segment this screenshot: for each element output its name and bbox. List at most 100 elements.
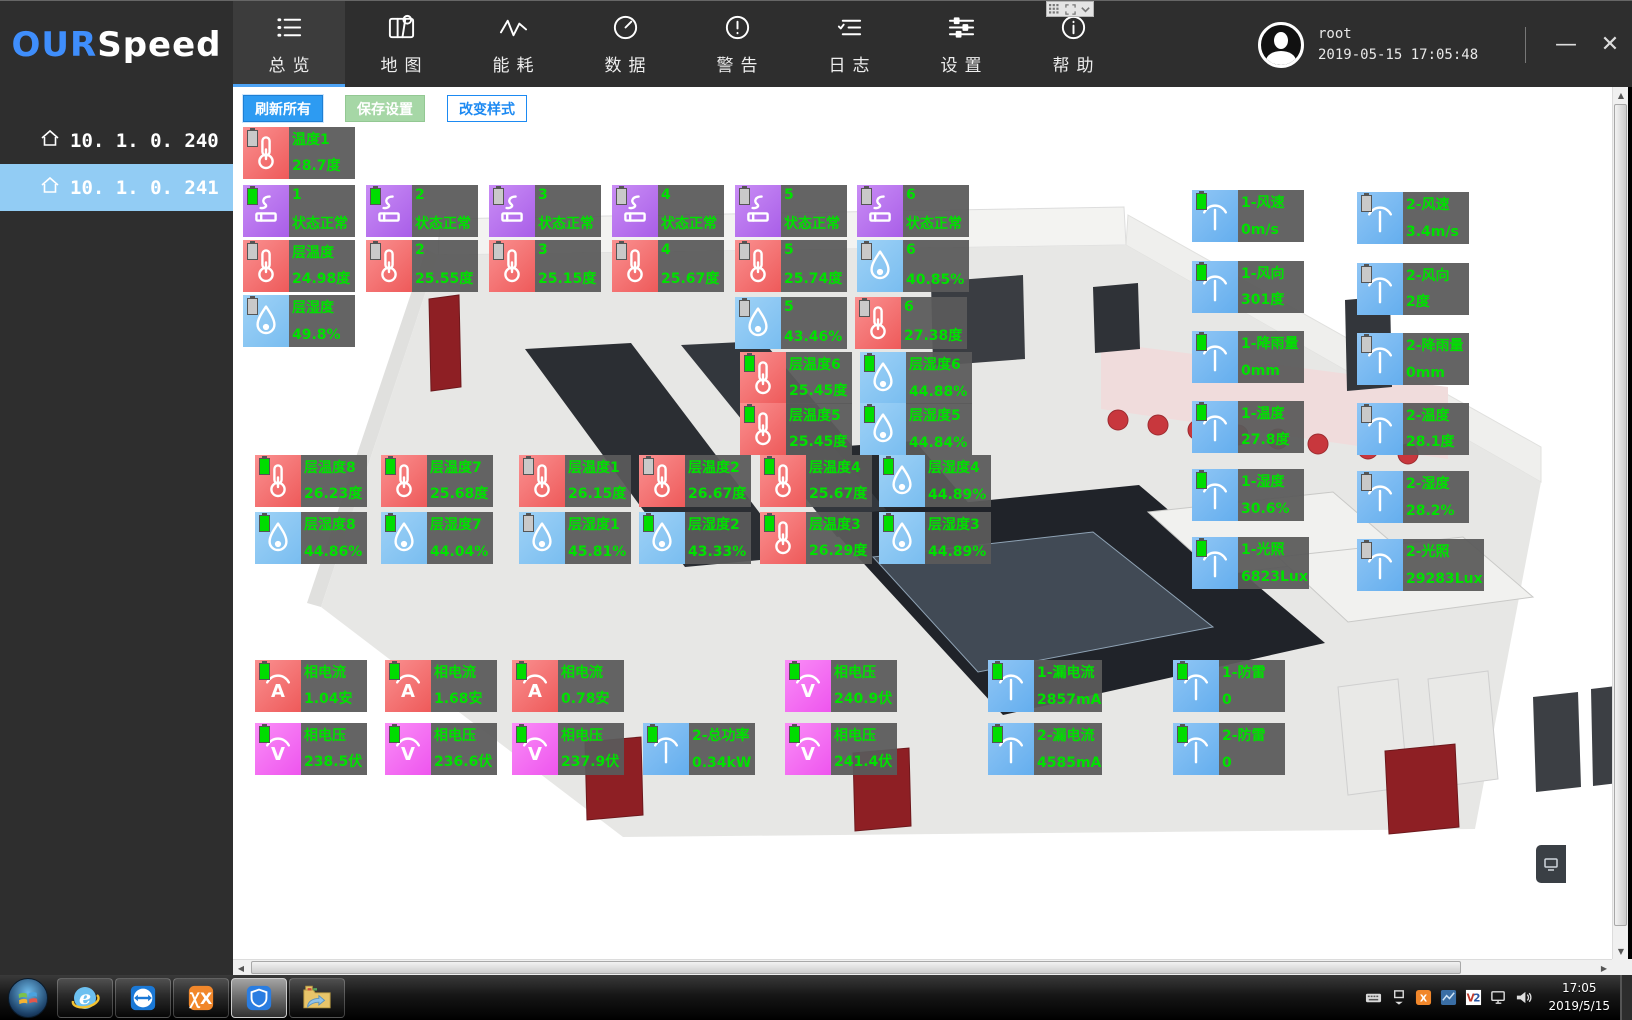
grid-icon[interactable]	[1049, 4, 1060, 15]
show-desktop-button[interactable]	[1620, 975, 1632, 1020]
horizontal-scrollbar[interactable]: ◀ ▶	[233, 959, 1612, 975]
scroll-up-arrow[interactable]: ▲	[1613, 87, 1629, 103]
windows-start-icon[interactable]	[1, 978, 55, 1018]
refresh-all-button[interactable]: 刷新所有	[243, 95, 323, 122]
sensor-badge[interactable]: 层温度 24.98度	[243, 240, 355, 292]
sensor-badge[interactable]: 2-降雨量 0mm	[1357, 333, 1469, 385]
speaker-icon[interactable]	[1515, 989, 1532, 1006]
sensor-badge[interactable]: 层湿度5 44.84%	[860, 403, 972, 455]
sensor-badge[interactable]: 层温度4 25.67度	[760, 455, 872, 507]
sensor-badge[interactable]: V 相电压 238.5伏	[255, 723, 367, 775]
sensor-badge[interactable]: 1-漏电流 2857mA	[988, 660, 1100, 712]
nav-settings[interactable]: 设置	[905, 1, 1017, 88]
sensor-badge[interactable]: 层温度1 26.15度	[519, 455, 631, 507]
vnc-tray-icon[interactable]: V2	[1465, 989, 1482, 1006]
scroll-right-arrow[interactable]: ▶	[1596, 960, 1612, 976]
sensor-badge[interactable]: 1 状态正常	[243, 185, 355, 237]
sensor-badge[interactable]: 层湿度3 44.89%	[879, 512, 991, 564]
sensor-badge[interactable]: 2-湿度 28.2%	[1357, 471, 1469, 523]
internet-explorer-icon[interactable]: e	[57, 978, 113, 1018]
sensor-badge[interactable]: 6 状态正常	[857, 185, 969, 237]
sidebar-item-1010241[interactable]: 10. 1. 0. 241	[0, 164, 233, 211]
sensor-badge[interactable]: 层温度8 26.23度	[255, 455, 367, 507]
scroll-left-arrow[interactable]: ◀	[233, 960, 249, 976]
sensor-badge[interactable]: 5 25.74度	[735, 240, 847, 292]
sensor-badge[interactable]: 温度1 28.7度	[243, 127, 355, 179]
remote-panel-handle[interactable]	[1536, 845, 1566, 883]
sidebar-item-1010240[interactable]: 10. 1. 0. 240	[0, 117, 233, 164]
monitoring-shield-icon[interactable]	[231, 978, 287, 1018]
sensor-badge[interactable]: 层湿度1 45.81%	[519, 512, 631, 564]
vertical-scrollbar[interactable]: ▲ ▼	[1612, 87, 1628, 959]
horizontal-scroll-thumb[interactable]	[251, 961, 1461, 974]
save-settings-button[interactable]: 保存设置	[345, 95, 425, 122]
vertical-scroll-thumb[interactable]	[1614, 104, 1627, 926]
chart-tray-icon[interactable]	[1440, 989, 1457, 1006]
sensor-badge[interactable]: 层湿度 49.8%	[243, 295, 355, 347]
scroll-down-arrow[interactable]: ▼	[1613, 943, 1629, 959]
xampp-icon[interactable]: ꞳX	[173, 978, 229, 1018]
floating-view-widget[interactable]	[1046, 1, 1094, 17]
sensor-badge[interactable]: 2-风向 2度	[1357, 263, 1469, 315]
sensor-badge[interactable]: 2-温度 28.1度	[1357, 403, 1469, 455]
sensor-badge[interactable]: 层湿度7 44.04%	[381, 512, 493, 564]
nav-alerts[interactable]: 警告	[681, 1, 793, 88]
sensor-badge[interactable]: 1-光照 6823Lux	[1192, 537, 1304, 589]
sensor-badge[interactable]: 6 27.38度	[855, 297, 967, 349]
sensor-badge[interactable]: 层温度5 25.45度	[740, 403, 852, 455]
sensor-badge[interactable]: 1-风速 0m/s	[1192, 190, 1304, 242]
sensor-badge[interactable]: 层温度6 25.45度	[740, 352, 852, 404]
sensor-badge[interactable]: 4 状态正常	[612, 185, 724, 237]
sensor-badge[interactable]: 1-风向 301度	[1192, 261, 1304, 313]
keyboard-icon[interactable]	[1365, 989, 1382, 1006]
sensor-badge[interactable]: 层湿度2 43.33%	[639, 512, 751, 564]
sensor-badge[interactable]: 6 40.85%	[857, 240, 969, 292]
display-tray-icon[interactable]	[1490, 989, 1507, 1006]
taskbar-clock[interactable]: 17:05 2019/5/15	[1548, 975, 1610, 1020]
sensor-badge[interactable]: 2 状态正常	[366, 185, 478, 237]
minimize-button[interactable]: —	[1544, 1, 1588, 88]
sensor-badge[interactable]: 层温度2 26.67度	[639, 455, 751, 507]
sensor-badge[interactable]: 层温度3 26.29度	[760, 512, 872, 564]
sensor-badge[interactable]: V 相电压 240.9伏	[785, 660, 897, 712]
sensor-badge[interactable]: 2-防雷 0	[1173, 723, 1285, 775]
change-style-button[interactable]: 改变样式	[447, 95, 527, 122]
teamviewer-icon[interactable]	[115, 978, 171, 1018]
sensor-badge[interactable]: V 相电压 236.6伏	[385, 723, 497, 775]
nav-map[interactable]: 地图	[345, 1, 457, 88]
sensor-badge[interactable]: 2-总功率 0.34kW	[643, 723, 755, 775]
sensor-badge[interactable]: 5 43.46%	[735, 297, 847, 349]
sensor-badge[interactable]: 层温度7 25.68度	[381, 455, 493, 507]
sensor-badge[interactable]: 3 状态正常	[489, 185, 601, 237]
xampp-tray-icon[interactable]: X	[1415, 989, 1432, 1006]
sensor-badge[interactable]: 2-风速 3.4m/s	[1357, 192, 1469, 244]
sensor-badge[interactable]: A 相电流 0.78安	[512, 660, 624, 712]
nav-energy[interactable]: 能耗	[457, 1, 569, 88]
sensor-value: 0mm	[1241, 363, 1303, 379]
sensor-badge[interactable]: 层湿度6 44.88%	[860, 352, 972, 404]
sensor-badge[interactable]: 1-防雷 0	[1173, 660, 1285, 712]
tray-popup-icon[interactable]	[1390, 989, 1407, 1006]
sensor-badge[interactable]: 4 25.67度	[612, 240, 724, 292]
sensor-badge[interactable]: 2 25.55度	[366, 240, 478, 292]
sensor-badge[interactable]: A 相电流 1.68安	[385, 660, 497, 712]
chevron-down-icon[interactable]	[1080, 4, 1091, 15]
nav-data[interactable]: 数据	[569, 1, 681, 88]
sensor-badge[interactable]: V 相电压 237.9伏	[512, 723, 624, 775]
sensor-badge[interactable]: 1-湿度 30.6%	[1192, 469, 1304, 521]
sensor-badge[interactable]: A 相电流 1.04安	[255, 660, 367, 712]
sensor-badge[interactable]: 1-温度 27.8度	[1192, 401, 1304, 453]
sensor-badge[interactable]: 2-漏电流 4585mA	[988, 723, 1100, 775]
nav-overview[interactable]: 总览	[233, 1, 345, 88]
sensor-badge[interactable]: V 相电压 241.4伏	[785, 723, 897, 775]
sensor-badge[interactable]: 1-降雨量 0mm	[1192, 331, 1304, 383]
folder-app-icon[interactable]	[289, 978, 345, 1018]
sensor-badge[interactable]: 层湿度8 44.86%	[255, 512, 367, 564]
nav-logs[interactable]: 日志	[793, 1, 905, 88]
sensor-badge[interactable]: 5 状态正常	[735, 185, 847, 237]
close-button[interactable]: ✕	[1588, 1, 1632, 88]
sensor-badge[interactable]: 2-光照 29283Lux	[1357, 539, 1469, 591]
sensor-badge[interactable]: 3 25.15度	[489, 240, 601, 292]
expand-icon[interactable]	[1065, 4, 1076, 15]
sensor-badge[interactable]: 层湿度4 44.89%	[879, 455, 991, 507]
